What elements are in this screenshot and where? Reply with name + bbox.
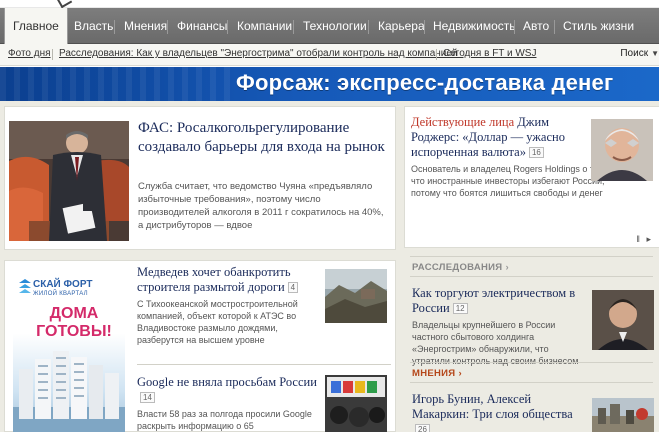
- divider: [410, 362, 653, 363]
- nav-item-technology[interactable]: Технологии: [303, 8, 367, 44]
- chevron-right-icon: ›: [505, 262, 509, 273]
- nav-item-lifestyle[interactable]: Стиль жизни: [563, 8, 634, 44]
- comment-count-badge[interactable]: 26: [415, 424, 430, 432]
- story-title-text: Игорь Бунин, Алексей Макаркин: Три слоя …: [412, 392, 573, 421]
- ad-buildings-image: [13, 351, 125, 432]
- section-label-opinions[interactable]: МНЕНИЯ ›: [412, 368, 462, 379]
- nav-separator: [368, 20, 369, 34]
- story-title-text: Google не вняла просьбам России: [137, 375, 317, 389]
- ad-brand-subtitle: ЖИЛОЙ КВАРТАЛ: [33, 291, 88, 297]
- main-nav: Главное Власть Мнения Финансы Компании Т…: [0, 8, 659, 45]
- story-thumbnail[interactable]: [592, 398, 654, 432]
- divider: [410, 276, 653, 277]
- story-title[interactable]: Игорь Бунин, Алексей Макаркин: Три слоя …: [412, 392, 588, 432]
- section-story: Игорь Бунин, Алексей Макаркин: Три слоя …: [412, 392, 588, 432]
- story-title-text: Медведев хочет обанкротить строителя раз…: [137, 265, 291, 294]
- banner-text: Форсаж: экспресс-доставка денег: [236, 70, 614, 95]
- comment-count-badge[interactable]: 12: [452, 303, 468, 314]
- slider-pager[interactable]: ‖ ▸: [636, 234, 653, 245]
- divider: [410, 256, 653, 257]
- story-thumbnail-image: [325, 269, 387, 323]
- lead-story-description: Служба считает, что ведомство Чуяна «пре…: [138, 181, 384, 231]
- section-label-text: МНЕНИЯ: [412, 368, 456, 379]
- story-description: Владельцы крупнейшего в России частного …: [412, 320, 579, 366]
- featured-rubric: Действующие лица: [411, 115, 515, 129]
- divider: [410, 382, 653, 383]
- story-item: Медведев хочет обанкротить строителя раз…: [137, 265, 321, 346]
- story-thumbnail[interactable]: [325, 269, 387, 323]
- nav-item-finance[interactable]: Финансы: [177, 8, 227, 44]
- nav-separator: [554, 20, 555, 34]
- promo-banner[interactable]: Форсаж: экспресс-доставка денег: [0, 67, 659, 101]
- nav-separator: [293, 20, 294, 34]
- comment-count-badge[interactable]: 4: [287, 282, 299, 293]
- story-title-text: Как торгуют электричеством в России: [412, 286, 576, 315]
- story-description: С Тихоокеанской мостростроительной компа…: [137, 299, 298, 345]
- nav-separator: [167, 20, 168, 34]
- nav-separator: [514, 20, 515, 34]
- featured-photo-image: [591, 119, 653, 181]
- nav-item-realty[interactable]: Недвижимость: [433, 8, 516, 44]
- story-description: Власти 58 раз за полгода просили Google …: [137, 409, 312, 431]
- top-strip: [0, 0, 659, 9]
- divider: [137, 364, 391, 365]
- lead-story: ФАС: Росалкогольрегулирование создавало …: [4, 106, 396, 250]
- subnav-separator: [436, 49, 437, 60]
- nav-separator: [227, 20, 228, 34]
- right-column: Действующие лица Джим Роджерс: «Доллар —…: [404, 106, 659, 432]
- story-thumbnail[interactable]: [325, 375, 387, 432]
- lead-story-title[interactable]: ФАС: Росалкогольрегулирование создавало …: [138, 119, 388, 157]
- lead-photo-image: [9, 121, 129, 241]
- story-item: Google не вняла просьбам России 14 Власти…: [137, 375, 321, 432]
- story-thumbnail-image: [325, 375, 387, 432]
- subnav-separator: [52, 49, 53, 60]
- ad-brand: СКАЙ ФОРТ: [33, 279, 93, 290]
- comment-count-badge[interactable]: 16: [528, 147, 544, 158]
- subnav-link-ft-wsj[interactable]: Сегодня в FT и WSJ: [443, 48, 536, 59]
- ad-headline: ДОМА ГОТОВЫ!: [36, 305, 112, 340]
- featured-interview: Действующие лица Джим Роджерс: «Доллар —…: [404, 106, 659, 248]
- story-thumbnail-image: [592, 398, 654, 432]
- nav-separator: [424, 20, 425, 34]
- nav-item-auto[interactable]: Авто: [523, 8, 549, 44]
- news-block: СКАЙ ФОРТ ЖИЛОЙ КВАРТАЛ ДОМА ГОТОВЫ! Мед…: [4, 260, 396, 432]
- chevron-down-icon: ▼: [651, 49, 659, 58]
- nav-item-main[interactable]: Главное: [4, 8, 68, 45]
- chevron-right-icon: ›: [458, 368, 462, 379]
- story-thumbnail-image: [592, 290, 654, 350]
- nav-separator: [114, 20, 115, 34]
- section-story: Как торгуют электричеством в России 12 Вл…: [412, 286, 588, 367]
- story-title[interactable]: Медведев хочет обанкротить строителя раз…: [137, 265, 321, 295]
- sub-nav: Фото дня Расследования: Как у владельцев…: [0, 44, 659, 66]
- section-label-text: РАССЛЕДОВАНИЯ: [412, 262, 503, 273]
- search-toggle[interactable]: Поиск ▼: [620, 48, 659, 59]
- brand-logo-icon: [19, 279, 31, 293]
- story-title[interactable]: Google не вняла просьбам России 14: [137, 375, 321, 405]
- search-label: Поиск: [620, 48, 649, 59]
- banner-decoration: [0, 67, 230, 101]
- nav-item-companies[interactable]: Компании: [237, 8, 292, 44]
- featured-description: Основатель и владелец Rogers Holdings о …: [411, 164, 608, 198]
- nav-item-career[interactable]: Карьера: [378, 8, 425, 44]
- featured-title[interactable]: Действующие лица Джим Роджерс: «Доллар —…: [411, 115, 585, 160]
- section-label-investigations[interactable]: РАССЛЕДОВАНИЯ ›: [412, 262, 509, 273]
- comment-count-badge[interactable]: 14: [140, 392, 155, 403]
- featured-photo[interactable]: [591, 119, 653, 181]
- subnav-link-photo-of-day[interactable]: Фото дня: [8, 48, 51, 59]
- nav-item-opinions[interactable]: Мнения: [124, 8, 167, 44]
- story-title[interactable]: Как торгуют электричеством в России 12: [412, 286, 588, 316]
- ad-banner[interactable]: СКАЙ ФОРТ ЖИЛОЙ КВАРТАЛ ДОМА ГОТОВЫ!: [13, 267, 125, 432]
- logo-fragment: [55, 0, 73, 9]
- nav-item-power[interactable]: Власть: [74, 8, 113, 44]
- subnav-link-investigation[interactable]: Расследования: Как у владельцев "Энергос…: [59, 48, 458, 59]
- story-thumbnail[interactable]: [592, 290, 654, 350]
- lead-story-photo[interactable]: [9, 121, 129, 241]
